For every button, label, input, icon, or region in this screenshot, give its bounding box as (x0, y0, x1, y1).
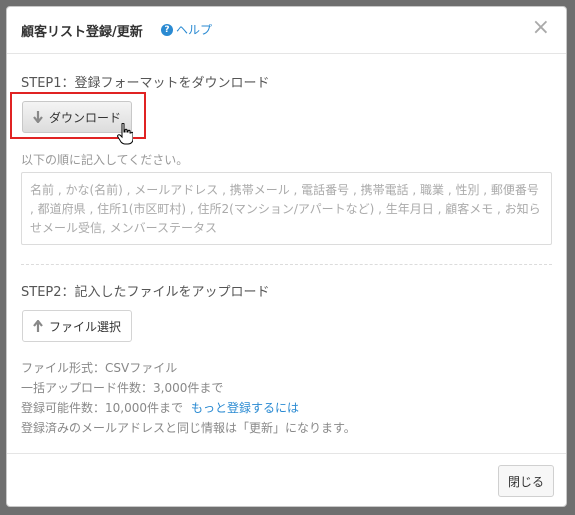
download-button[interactable]: ダウンロード (22, 101, 132, 133)
format-hint: 以下の順に記入してください。 (21, 153, 189, 167)
modal-footer: 閉じる (7, 453, 566, 506)
registrable-limit-row: 登録可能件数：10,000件まで もっと登録するには (21, 399, 299, 416)
step2-title: STEP2：記入したファイルをアップロード (21, 285, 270, 300)
modal-header: 顧客リスト登録/更新 ? ヘルプ × (7, 7, 566, 54)
help-label: ヘルプ (176, 23, 213, 37)
question-circle-icon: ? (161, 23, 173, 36)
modal-title: 顧客リスト登録/更新 (21, 25, 143, 40)
registrable-limit-text: 登録可能件数：10,000件まで (21, 401, 183, 415)
download-label: ダウンロード (48, 110, 121, 125)
more-register-link[interactable]: もっと登録するには (191, 401, 299, 415)
close-button[interactable]: 閉じる (498, 465, 554, 497)
file-select-label: ファイル選択 (48, 319, 121, 334)
section-divider (21, 264, 552, 265)
format-field-list: 名前 , かな(名前) , メールアドレス , 携帯メール , 電話番号 , 携… (21, 172, 552, 245)
arrow-up-icon (33, 320, 43, 332)
help-link[interactable]: ? ヘルプ (161, 21, 212, 38)
step1-title: STEP1：登録フォーマットをダウンロード (21, 76, 270, 91)
file-format-text: ファイル形式：CSVファイル (21, 361, 178, 375)
customer-list-modal: 顧客リスト登録/更新 ? ヘルプ × STEP1：登録フォーマットをダウンロード… (6, 6, 567, 507)
hand-pointer-icon (117, 123, 133, 145)
bulk-limit-text: 一括アップロード件数：3,000件まで (21, 381, 224, 395)
arrow-down-icon (33, 111, 43, 123)
file-select-button[interactable]: ファイル選択 (22, 310, 132, 342)
update-note-text: 登録済みのメールアドレスと同じ情報は「更新」になります。 (21, 421, 356, 435)
close-icon[interactable]: × (532, 17, 550, 39)
